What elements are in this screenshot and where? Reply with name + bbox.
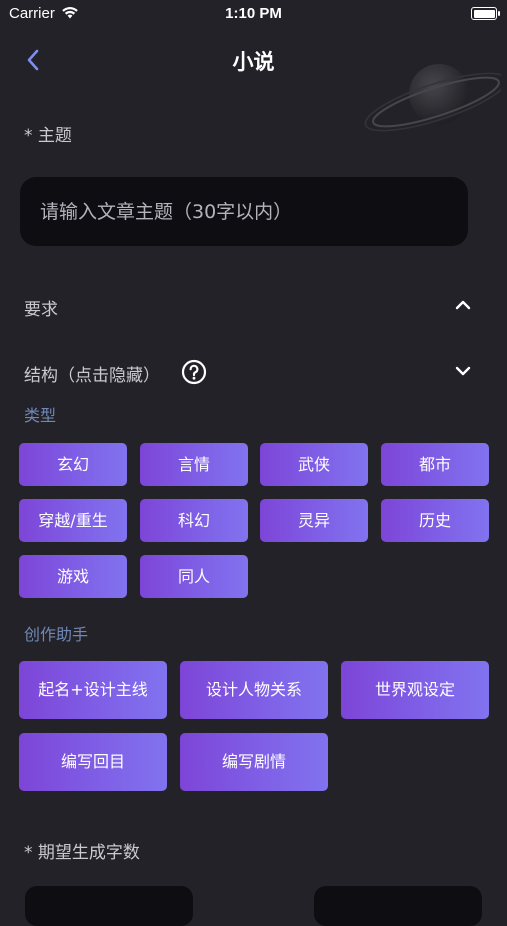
assistant-tool-button[interactable]: 编写剧情 bbox=[180, 733, 328, 791]
genre-tag[interactable]: 穿越/重生 bbox=[19, 499, 127, 542]
assistant-tool-button[interactable]: 编写回目 bbox=[19, 733, 167, 791]
structure-label[interactable]: 结构（点击隐藏） bbox=[24, 361, 160, 386]
genre-tag[interactable]: 武侠 bbox=[260, 443, 368, 486]
genre-tag[interactable]: 玄幻 bbox=[19, 443, 127, 486]
chevron-up-icon[interactable] bbox=[454, 296, 472, 314]
assistant-heading: 创作助手 bbox=[24, 625, 89, 644]
chevron-down-icon[interactable] bbox=[454, 362, 472, 380]
question-circle-icon[interactable] bbox=[181, 359, 207, 385]
requirements-label: 要求 bbox=[24, 300, 58, 320]
genre-tag[interactable]: 历史 bbox=[381, 499, 489, 542]
assistant-tool-button[interactable]: 世界观设定 bbox=[341, 661, 489, 719]
assistant-tool-button[interactable]: 起名+设计主线 bbox=[19, 661, 167, 719]
genre-tag[interactable]: 游戏 bbox=[19, 555, 127, 598]
status-bar: Carrier 1:10 PM bbox=[0, 0, 507, 28]
planet-decoration-icon bbox=[341, 56, 507, 146]
topic-input[interactable] bbox=[20, 177, 468, 246]
word-count-option[interactable] bbox=[25, 886, 193, 926]
genre-tag[interactable]: 科幻 bbox=[140, 499, 248, 542]
topic-label: * 主题 bbox=[24, 126, 72, 146]
word-count-label: * 期望生成字数 bbox=[24, 843, 140, 863]
genre-tag[interactable]: 言情 bbox=[140, 443, 248, 486]
genre-tag[interactable]: 同人 bbox=[140, 555, 248, 598]
word-count-option[interactable] bbox=[314, 886, 482, 926]
genre-heading: 类型 bbox=[24, 406, 57, 425]
genre-tag[interactable]: 都市 bbox=[381, 443, 489, 486]
status-time: 1:10 PM bbox=[225, 5, 282, 22]
battery-icon bbox=[471, 7, 500, 20]
assistant-tool-button[interactable]: 设计人物关系 bbox=[180, 661, 328, 719]
genre-tag[interactable]: 灵异 bbox=[260, 499, 368, 542]
